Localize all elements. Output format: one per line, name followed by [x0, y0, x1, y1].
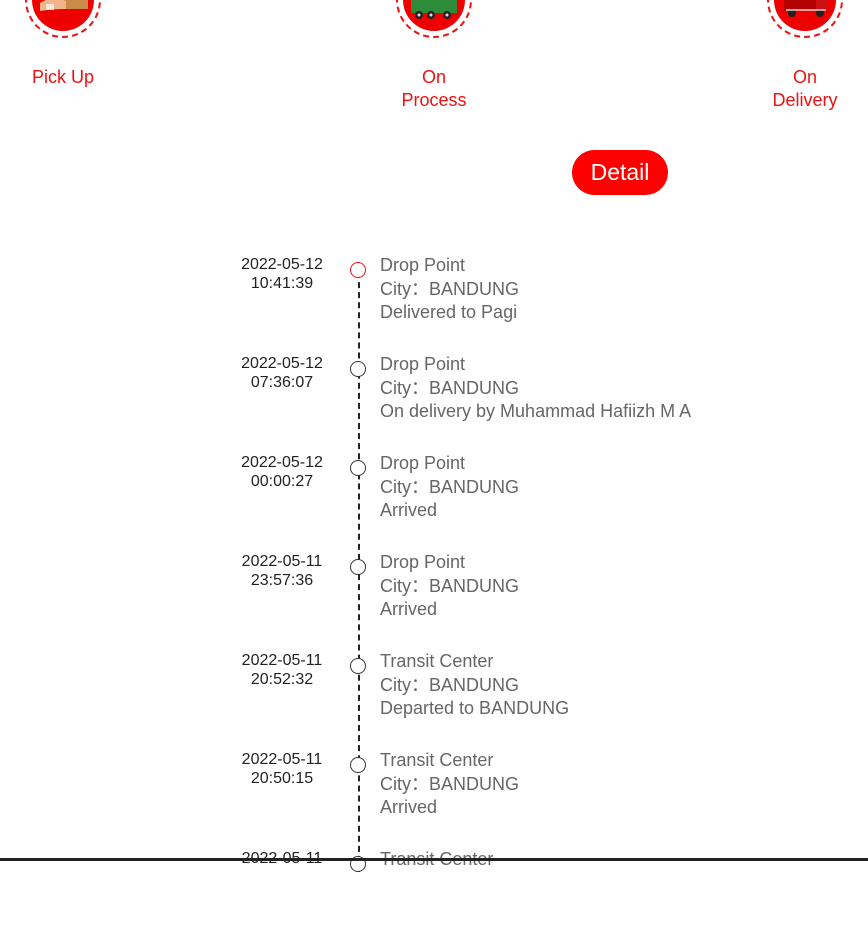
detail-button[interactable]: Detail — [572, 150, 668, 195]
event-details: Drop Point City：BANDUNG Delivered to Pagi — [380, 254, 519, 325]
event-date: 2022-05-11 — [241, 652, 323, 669]
event-location: Drop Point — [380, 453, 466, 473]
event-details: Transit Center City：BANDUNG Arrived — [380, 749, 519, 820]
event-timestamp: 2022-05-11 20:52:32 — [222, 651, 342, 689]
delivery-truck-icon — [767, 0, 843, 38]
timeline-dot-icon — [350, 559, 366, 575]
event-time: 10:41:39 — [250, 275, 314, 292]
event-date: 2022-05-12 — [241, 454, 323, 471]
event-description: Delivered to Pagi — [380, 302, 518, 322]
event-city: City：BANDUNG — [380, 575, 520, 596]
event-time: 20:50:15 — [250, 770, 314, 787]
timeline-event: 2022-05-11 20:50:15 Transit Center City：BAN… — [0, 750, 868, 849]
event-date: 2022-05-12 — [241, 355, 323, 372]
timeline-dot-icon — [350, 460, 366, 476]
timeline-event: 2022-05-11 20:52:32 Transit Center City：BAN… — [0, 651, 868, 750]
event-timestamp: 2022-05-12 10:41:39 — [222, 255, 342, 293]
event-description: Departed to BANDUNG — [380, 698, 570, 718]
event-date: 2022-05-11 — [241, 553, 323, 570]
event-time: 07:36:07 — [250, 374, 314, 391]
event-location: Drop Point — [380, 354, 466, 374]
event-timestamp: 2022-05-12 07:36:07 — [222, 354, 342, 392]
event-details: Transit Center City：BANDUNG Departed to BA… — [380, 650, 569, 721]
timeline-event: 2022-05-11Transit Center — [0, 849, 868, 948]
event-time: 20:52:32 — [250, 671, 314, 688]
event-location: Drop Point — [380, 552, 466, 572]
event-description: Arrived — [380, 599, 438, 619]
event-city: City：BANDUNG — [380, 773, 520, 794]
step-label: On Delivery — [772, 67, 838, 110]
event-timestamp: 2022-05-11 23:57:36 — [222, 552, 342, 590]
timeline-event: 2022-05-12 00:00:27 Drop Point City：BANDUNG… — [0, 453, 868, 552]
pickup-hand-box-icon — [25, 0, 101, 38]
timeline-event: 2022-05-11 23:57:36 Drop Point City：BANDUNG… — [0, 552, 868, 651]
event-description: Arrived — [380, 797, 438, 817]
event-time: 00:00:27 — [250, 473, 314, 490]
timeline-dot-icon — [350, 757, 366, 773]
event-timestamp: 2022-05-12 00:00:27 — [222, 453, 342, 491]
step-label: Pick Up — [31, 67, 94, 87]
event-location: Drop Point — [380, 255, 466, 275]
event-date: 2022-05-11 — [241, 751, 323, 768]
event-city: City：BANDUNG — [380, 377, 520, 398]
timeline-dot-icon — [350, 361, 366, 377]
event-timestamp: 2022-05-11 20:50:15 — [222, 750, 342, 788]
event-date: 2022-05-12 — [241, 256, 323, 273]
timeline-event: 2022-05-12 10:41:39 Drop Point City：BANDUNG… — [0, 255, 868, 354]
event-city: City：BANDUNG — [380, 278, 520, 299]
event-details: Drop Point City：BANDUNG Arrived — [380, 452, 519, 523]
timeline-dot-icon — [350, 262, 366, 278]
event-details: Drop Point City：BANDUNG Arrived — [380, 551, 519, 622]
event-city: City：BANDUNG — [380, 674, 520, 695]
step-label: On Process — [401, 67, 467, 110]
event-description: Arrived — [380, 500, 438, 520]
event-city: City：BANDUNG — [380, 476, 520, 497]
sorting-truck-icon — [396, 0, 472, 38]
event-location: Transit Center — [380, 750, 494, 770]
event-location: Transit Center — [380, 651, 494, 671]
event-details: Drop Point City：BANDUNG On delivery by Muh… — [380, 353, 691, 424]
event-time: 23:57:36 — [250, 572, 314, 589]
timeline-dot-icon — [350, 658, 366, 674]
event-description: On delivery by Muhammad Hafiizh M A — [380, 401, 692, 421]
timeline-event: 2022-05-12 07:36:07 Drop Point City：BANDUNG… — [0, 354, 868, 453]
